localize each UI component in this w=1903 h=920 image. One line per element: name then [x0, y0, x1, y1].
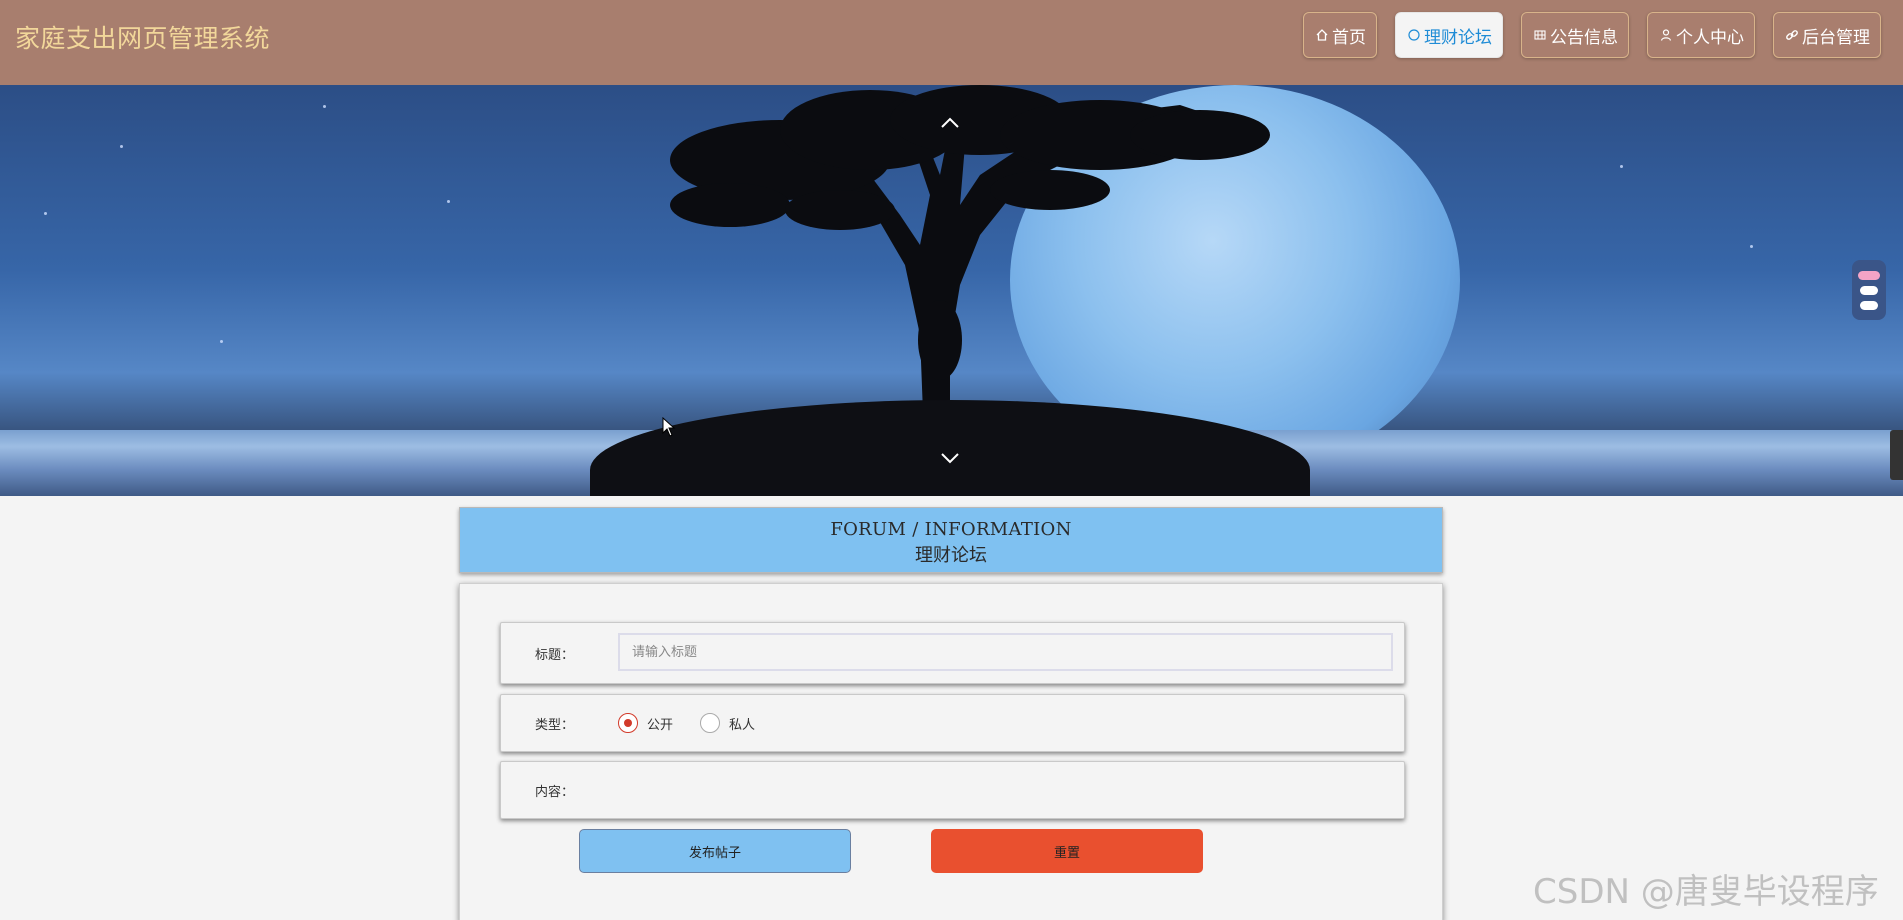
- radio-unchecked-icon: [700, 713, 720, 733]
- star-decoration: [1620, 165, 1623, 168]
- top-header: 家庭支出网页管理系统 首页 理财论坛 公告信息 个人中心 后台管理: [0, 0, 1903, 85]
- site-title: 家庭支出网页管理系统: [15, 24, 271, 53]
- type-option-public-label: 公开: [647, 717, 674, 733]
- section-title-cn: 理财论坛: [915, 545, 987, 566]
- banner-carousel: [0, 85, 1903, 496]
- type-option-private-label: 私人: [729, 717, 756, 733]
- star-decoration: [120, 145, 123, 148]
- reset-button[interactable]: 重置: [931, 829, 1203, 873]
- carousel-dot-3[interactable]: [1860, 300, 1878, 310]
- nav-notice-button[interactable]: 公告信息: [1521, 12, 1629, 58]
- section-header: FORUM / INFORMATION 理财论坛: [459, 507, 1443, 573]
- csdn-watermark: CSDN @唐叟毕设程序: [1533, 872, 1879, 912]
- star-decoration: [220, 340, 223, 343]
- mouse-cursor-icon: [662, 417, 676, 437]
- user-icon: [1658, 27, 1674, 43]
- home-icon: [1314, 27, 1330, 43]
- radio-checked-icon: [618, 713, 638, 733]
- type-radio-public[interactable]: 公开: [618, 713, 673, 733]
- nav-profile-button[interactable]: 个人中心: [1647, 12, 1755, 58]
- grid-icon: [1532, 27, 1548, 43]
- star-decoration: [44, 212, 47, 215]
- side-panel-toggle[interactable]: [1890, 430, 1903, 480]
- star-decoration: [323, 105, 326, 108]
- nav-profile-label: 个人中心: [1676, 27, 1744, 48]
- main-nav: 首页 理财论坛 公告信息 个人中心 后台管理: [1303, 12, 1881, 58]
- star-decoration: [1750, 245, 1753, 248]
- carousel-indicators: [1852, 260, 1886, 320]
- title-input[interactable]: [618, 633, 1393, 671]
- chevron-up-icon[interactable]: [939, 112, 961, 134]
- circle-icon: [1406, 27, 1422, 43]
- form-row-title: 标题：: [500, 622, 1405, 684]
- nav-home-label: 首页: [1332, 27, 1366, 48]
- nav-home-button[interactable]: 首页: [1303, 12, 1377, 58]
- link-icon: [1784, 27, 1800, 43]
- star-decoration: [447, 200, 450, 203]
- form-row-content[interactable]: 内容：: [500, 761, 1405, 819]
- title-label: 标题：: [535, 648, 575, 663]
- content-label: 内容：: [535, 785, 575, 800]
- carousel-dot-1[interactable]: [1858, 270, 1880, 280]
- chevron-down-icon[interactable]: [939, 447, 961, 469]
- nav-admin-label: 后台管理: [1802, 27, 1870, 48]
- carousel-dot-2[interactable]: [1860, 285, 1878, 295]
- submit-post-button[interactable]: 发布帖子: [579, 829, 851, 873]
- nav-forum-button[interactable]: 理财论坛: [1395, 12, 1503, 58]
- type-radio-private[interactable]: 私人: [700, 713, 755, 733]
- nav-notice-label: 公告信息: [1550, 27, 1618, 48]
- nav-admin-button[interactable]: 后台管理: [1773, 12, 1881, 58]
- section-title-en: FORUM / INFORMATION: [830, 519, 1072, 540]
- nav-forum-label: 理财论坛: [1424, 27, 1492, 48]
- form-row-type: 类型： 公开 私人: [500, 694, 1405, 752]
- type-label: 类型：: [535, 718, 575, 733]
